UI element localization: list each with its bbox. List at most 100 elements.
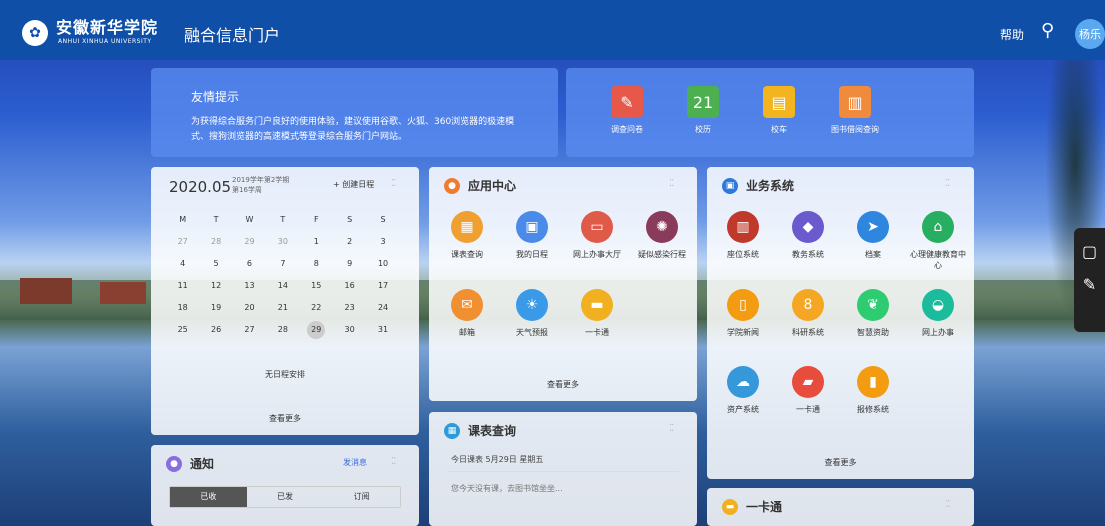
calendar-day[interactable]: 7 [266,253,299,275]
calendar-more-link[interactable]: 查看更多 [151,413,419,424]
biz-repair[interactable]: ▮ 报修系统 [842,366,904,415]
biz-archive[interactable]: ➤ 档案 [842,211,904,260]
calendar-day[interactable]: 19 [199,297,232,319]
calendar-day[interactable]: 25 [166,319,199,341]
calendar-day[interactable]: 28 [266,319,299,341]
calendar-day[interactable]: 27 [233,319,266,341]
tip-desc: 为获得综合服务门户良好的使用体验，建议使用谷歌、火狐、360浏览器的极速模式、搜… [191,117,515,142]
leaf-icon: ❦ [857,289,889,321]
notice-tabs: 已收 已发 订阅 [169,486,401,508]
biz-seat-system[interactable]: ▥ 座位系统 [712,211,774,260]
bell-icon: ● [166,455,182,472]
app-infection-trip[interactable]: ✺ 疑似感染行程 [631,211,693,260]
drag-handle-icon[interactable]: ⁚⁚ [391,456,396,467]
calendar-day[interactable]: 24 [366,297,399,319]
biz-asset[interactable]: ☁ 资产系统 [712,366,774,415]
drag-handle-icon[interactable]: ⁚⁚ [945,178,950,189]
paint-roller-icon: ▮ [857,366,889,398]
weekday-row: MTWTFSS [179,215,386,224]
biz-more-link[interactable]: 查看更多 [707,457,974,468]
app-online-hall[interactable]: ▭ 网上办事大厅 [566,211,628,260]
biz-academic-system[interactable]: ◆ 教务系统 [777,211,839,260]
calendar-day[interactable]: 5 [199,253,232,275]
quick-link-library[interactable]: ▥ 图书借阅查询 [825,86,885,135]
feather-icon[interactable]: ✎ [1074,275,1105,294]
calendar-day[interactable]: 3 [366,231,399,253]
calendar-day[interactable]: 18 [166,297,199,319]
calendar-day[interactable]: 16 [333,275,366,297]
calendar-day[interactable]: 21 [266,297,299,319]
drag-handle-icon[interactable]: ⁚⁚ [669,178,674,189]
send-message-button[interactable]: 发消息 [343,457,367,468]
top-bar: ✿ 安徽新华学院 ANHUI XINHUA UNIVERSITY 融合信息门户 … [0,0,1105,60]
drag-handle-icon[interactable]: ⁚⁚ [669,423,674,434]
app-my-schedule[interactable]: ▣ 我的日程 [501,211,563,260]
tab-subscribed[interactable]: 订阅 [323,487,400,507]
card-icon: ▬ [722,498,738,515]
app-center-icon: ● [444,177,460,194]
calendar-icon: ▣ [516,211,548,243]
biz-mental-health[interactable]: ⌂ 心理健康教育中心 [907,211,969,271]
calendar-day[interactable]: 23 [333,297,366,319]
today-course-date: 今日课表 5月29日 星期五 [451,455,544,464]
seat-icon: ▥ [727,211,759,243]
biz-research[interactable]: 8 科研系统 [777,289,839,338]
quick-link-calendar[interactable]: 21 校历 [673,86,733,135]
calendar-day[interactable]: 4 [166,253,199,275]
drag-handle-icon[interactable]: ⁚⁚ [391,178,396,189]
school-name: 安徽新华学院 [56,18,159,37]
calendar-day[interactable]: 31 [366,319,399,341]
biz-aid[interactable]: ❦ 智慧资助 [842,289,904,338]
schedule-icon: ▦ [451,211,483,243]
app-weather[interactable]: ☀ 天气预报 [501,289,563,338]
quick-links-card: ✎ 调查问卷 21 校历 ▤ 校车 ▥ 图书借阅查询 [566,68,974,157]
calendar-day[interactable]: 2 [333,231,366,253]
school-logo-icon[interactable]: ✿ [22,20,48,46]
search-icon[interactable]: ⚲ [1041,20,1054,41]
calendar-day[interactable]: 15 [300,275,333,297]
biz-campus-card[interactable]: ▰ 一卡通 [777,366,839,415]
background-building [100,282,146,304]
tab-received[interactable]: 已收 [170,487,247,507]
portal-title: 融合信息门户 [184,26,281,45]
calendar-day[interactable]: 28 [199,231,232,253]
tab-sent[interactable]: 已发 [247,487,324,507]
app-mail[interactable]: ✉ 邮箱 [436,289,498,338]
calendar-day[interactable]: 27 [166,231,199,253]
calendar-day[interactable]: 17 [366,275,399,297]
avatar[interactable]: 杨乐 [1075,19,1105,49]
weather-icon: ☀ [516,289,548,321]
calendar-day[interactable]: 8 [300,253,333,275]
calendar-day[interactable]: 1 [300,231,333,253]
app-center-card: ● 应用中心 ⁚⁚ ▦ 课表查询 ▣ 我的日程 ▭ 网上办事大厅 ✺ 疑似感染行程 ✉ 邮箱… [429,167,697,401]
calendar-day[interactable]: 29 [233,231,266,253]
bus-icon: ▤ [763,86,795,118]
calendar-day[interactable]: 30 [333,319,366,341]
drag-handle-icon[interactable]: ⁚⁚ [945,499,950,510]
chat-icon[interactable]: ▢ [1074,242,1105,261]
biz-news[interactable]: ▯ 学院新闻 [712,289,774,338]
help-link[interactable]: 帮助 [1000,26,1024,43]
calendar-day[interactable]: 6 [233,253,266,275]
calendar-day[interactable]: 13 [233,275,266,297]
quick-link-bus[interactable]: ▤ 校车 [749,86,809,135]
paper-plane-icon: ➤ [857,211,889,243]
calendar-day[interactable]: 10 [366,253,399,275]
biz-online-affairs[interactable]: ◒ 网上办事 [907,289,969,338]
calendar-day[interactable]: 11 [166,275,199,297]
calendar-day[interactable]: 9 [333,253,366,275]
calendar-day[interactable]: 22 [300,297,333,319]
calendar-day[interactable]: 20 [233,297,266,319]
calendar-day[interactable]: 26 [199,319,232,341]
calendar-day[interactable]: 30 [266,231,299,253]
course-query-card: ▦ 课表查询 ⁚⁚ 今日课表 5月29日 星期五 您今天没有课，去图书馆坐坐... [429,412,697,526]
calendar-day[interactable]: 12 [199,275,232,297]
quick-link-survey[interactable]: ✎ 调查问卷 [597,86,657,135]
app-campus-card[interactable]: ▬ 一卡通 [566,289,628,338]
app-course-query[interactable]: ▦ 课表查询 [436,211,498,260]
app-more-link[interactable]: 查看更多 [429,379,697,390]
calendar-day-today[interactable]: 29 [307,321,326,339]
create-schedule-button[interactable]: + 创建日程 [333,179,374,190]
background-building [20,278,72,304]
calendar-day[interactable]: 14 [266,275,299,297]
